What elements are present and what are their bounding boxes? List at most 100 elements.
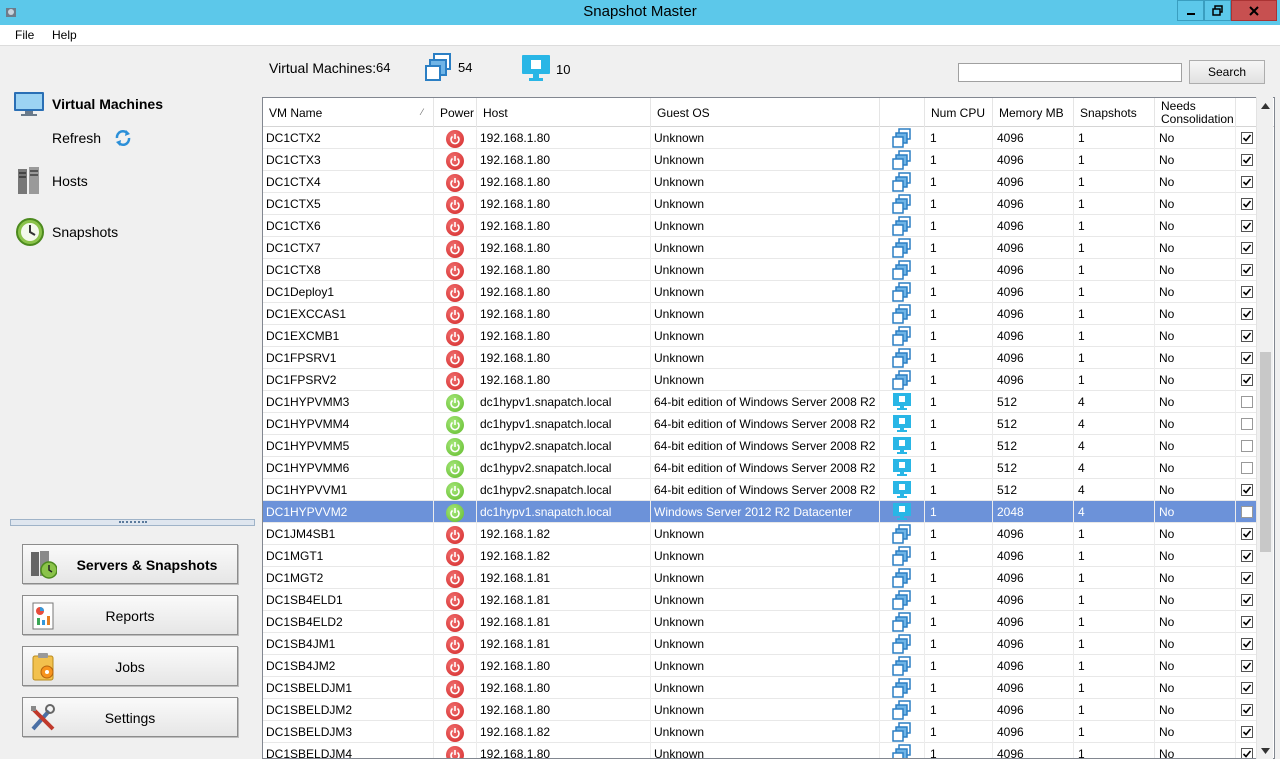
scroll-thumb[interactable] [1260, 352, 1271, 552]
table-row[interactable]: DC1HYPVMM4 dc1hypv1.snapatch.local 64-bit … [263, 413, 1259, 435]
row-checkbox[interactable] [1241, 704, 1253, 716]
close-button[interactable] [1231, 0, 1277, 21]
row-checkbox[interactable] [1241, 132, 1253, 144]
host-cell: 192.168.1.80 [477, 193, 651, 215]
table-row[interactable]: DC1MGT1 192.168.1.82 Unknown 1 4096 1 No [263, 545, 1259, 567]
scroll-down-button[interactable] [1257, 742, 1274, 759]
header-guest-os[interactable]: Guest OS [651, 98, 880, 127]
header-memory[interactable]: Memory MB [993, 98, 1074, 127]
menu-file[interactable]: File [15, 28, 34, 42]
jobs-button[interactable]: Jobs [22, 646, 238, 686]
header-type[interactable] [880, 98, 925, 127]
table-row[interactable]: DC1HYPVMM3 dc1hypv1.snapatch.local 64-bit … [263, 391, 1259, 413]
table-row[interactable]: DC1SB4JM1 192.168.1.81 Unknown 1 4096 1 No [263, 633, 1259, 655]
table-row[interactable]: DC1HYPVMM5 dc1hypv2.snapatch.local 64-bit … [263, 435, 1259, 457]
row-checkbox[interactable] [1241, 726, 1253, 738]
row-checkbox[interactable] [1241, 506, 1253, 518]
vertical-scrollbar[interactable] [1256, 97, 1273, 759]
servers-snapshots-button[interactable]: Servers & Snapshots [22, 544, 238, 584]
table-row[interactable]: DC1EXCCAS1 192.168.1.80 Unknown 1 4096 1 No [263, 303, 1259, 325]
row-checkbox[interactable] [1241, 198, 1253, 210]
table-row[interactable]: DC1FPSRV1 192.168.1.80 Unknown 1 4096 1 No [263, 347, 1259, 369]
header-vm-name[interactable]: VM Name ⁄ [263, 98, 434, 127]
header-host[interactable]: Host [477, 98, 651, 127]
snapshots-cell: 1 [1074, 281, 1155, 303]
table-row[interactable]: DC1CTX2 192.168.1.80 Unknown 1 4096 1 No [263, 127, 1259, 149]
settings-button[interactable]: Settings [22, 697, 238, 737]
vm-name-cell: DC1CTX8 [263, 259, 434, 281]
table-row[interactable]: DC1FPSRV2 192.168.1.80 Unknown 1 4096 1 No [263, 369, 1259, 391]
row-checkbox[interactable] [1241, 638, 1253, 650]
row-checkbox[interactable] [1241, 242, 1253, 254]
power-off-icon [446, 702, 464, 720]
memory-cell: 4096 [993, 259, 1074, 281]
row-checkbox[interactable] [1241, 616, 1253, 628]
table-row[interactable]: DC1SB4ELD1 192.168.1.81 Unknown 1 4096 1 No [263, 589, 1259, 611]
row-checkbox[interactable] [1241, 748, 1253, 758]
panel-splitter[interactable] [10, 519, 255, 526]
row-checkbox[interactable] [1241, 264, 1253, 276]
memory-cell: 2048 [993, 501, 1074, 523]
table-row[interactable]: DC1CTX6 192.168.1.80 Unknown 1 4096 1 No [263, 215, 1259, 237]
reports-button[interactable]: Reports [22, 595, 238, 635]
row-checkbox[interactable] [1241, 374, 1253, 386]
table-row[interactable]: DC1CTX7 192.168.1.80 Unknown 1 4096 1 No [263, 237, 1259, 259]
table-row[interactable]: DC1CTX3 192.168.1.80 Unknown 1 4096 1 No [263, 149, 1259, 171]
search-button[interactable]: Search [1189, 60, 1265, 84]
row-checkbox[interactable] [1241, 352, 1253, 364]
row-checkbox[interactable] [1241, 682, 1253, 694]
row-checkbox[interactable] [1241, 308, 1253, 320]
header-power[interactable]: Power [434, 98, 477, 127]
host-cell: 192.168.1.82 [477, 523, 651, 545]
power-cell [434, 413, 477, 435]
power-cell [434, 281, 477, 303]
row-checkbox[interactable] [1241, 660, 1253, 672]
refresh-link[interactable]: Refresh [52, 128, 133, 148]
host-cell: 192.168.1.82 [477, 721, 651, 743]
row-checkbox[interactable] [1241, 594, 1253, 606]
row-checkbox[interactable] [1241, 176, 1253, 188]
restore-button[interactable] [1204, 0, 1231, 21]
table-row[interactable]: DC1HYPVVM1 dc1hypv2.snapatch.local 64-bit … [263, 479, 1259, 501]
row-checkbox[interactable] [1241, 462, 1253, 474]
scroll-up-button[interactable] [1257, 97, 1274, 114]
row-checkbox[interactable] [1241, 396, 1253, 408]
table-row[interactable]: DC1SBELDJM3 192.168.1.82 Unknown 1 4096 1 No [263, 721, 1259, 743]
table-row[interactable]: DC1MGT2 192.168.1.81 Unknown 1 4096 1 No [263, 567, 1259, 589]
table-row[interactable]: DC1CTX4 192.168.1.80 Unknown 1 4096 1 No [263, 171, 1259, 193]
table-row[interactable]: DC1JM4SB1 192.168.1.82 Unknown 1 4096 1 No [263, 523, 1259, 545]
table-row[interactable]: DC1SBELDJM2 192.168.1.80 Unknown 1 4096 1 No [263, 699, 1259, 721]
table-row[interactable]: DC1HYPVMM6 dc1hypv2.snapatch.local 64-bit … [263, 457, 1259, 479]
header-snapshots[interactable]: Snapshots [1074, 98, 1155, 127]
minimize-button[interactable] [1177, 0, 1204, 21]
row-checkbox[interactable] [1241, 286, 1253, 298]
table-row[interactable]: DC1SBELDJM1 192.168.1.80 Unknown 1 4096 1 No [263, 677, 1259, 699]
snapshots-cell: 1 [1074, 127, 1155, 149]
row-checkbox[interactable] [1241, 418, 1253, 430]
header-needs-consolidation[interactable]: Needs Consolidation [1155, 98, 1236, 127]
table-row[interactable]: DC1SB4JM2 192.168.1.80 Unknown 1 4096 1 No [263, 655, 1259, 677]
search-input[interactable] [958, 63, 1182, 82]
table-row[interactable]: DC1SB4ELD2 192.168.1.81 Unknown 1 4096 1 No [263, 611, 1259, 633]
menu-help[interactable]: Help [52, 28, 77, 42]
row-checkbox[interactable] [1241, 572, 1253, 584]
table-row[interactable]: DC1SBELDJM4 192.168.1.80 Unknown 1 4096 1 No [263, 743, 1259, 758]
vmware-vm-icon [892, 568, 911, 588]
header-num-cpu[interactable]: Num CPU [925, 98, 993, 127]
consolidation-cell: No [1155, 523, 1236, 545]
table-row[interactable]: DC1EXCMB1 192.168.1.80 Unknown 1 4096 1 No [263, 325, 1259, 347]
nav-virtual-machines[interactable]: Virtual Machines [13, 91, 163, 117]
row-checkbox[interactable] [1241, 154, 1253, 166]
table-row[interactable]: DC1CTX8 192.168.1.80 Unknown 1 4096 1 No [263, 259, 1259, 281]
table-row[interactable]: DC1CTX5 192.168.1.80 Unknown 1 4096 1 No [263, 193, 1259, 215]
nav-snapshots[interactable]: Snapshots [15, 217, 118, 247]
nav-hosts[interactable]: Hosts [15, 166, 88, 196]
row-checkbox[interactable] [1241, 484, 1253, 496]
row-checkbox[interactable] [1241, 528, 1253, 540]
table-row[interactable]: DC1Deploy1 192.168.1.80 Unknown 1 4096 1 No [263, 281, 1259, 303]
row-checkbox[interactable] [1241, 550, 1253, 562]
row-checkbox[interactable] [1241, 440, 1253, 452]
row-checkbox[interactable] [1241, 330, 1253, 342]
row-checkbox[interactable] [1241, 220, 1253, 232]
table-row[interactable]: DC1HYPVVM2 dc1hypv1.snapatch.local Windows… [263, 501, 1259, 523]
